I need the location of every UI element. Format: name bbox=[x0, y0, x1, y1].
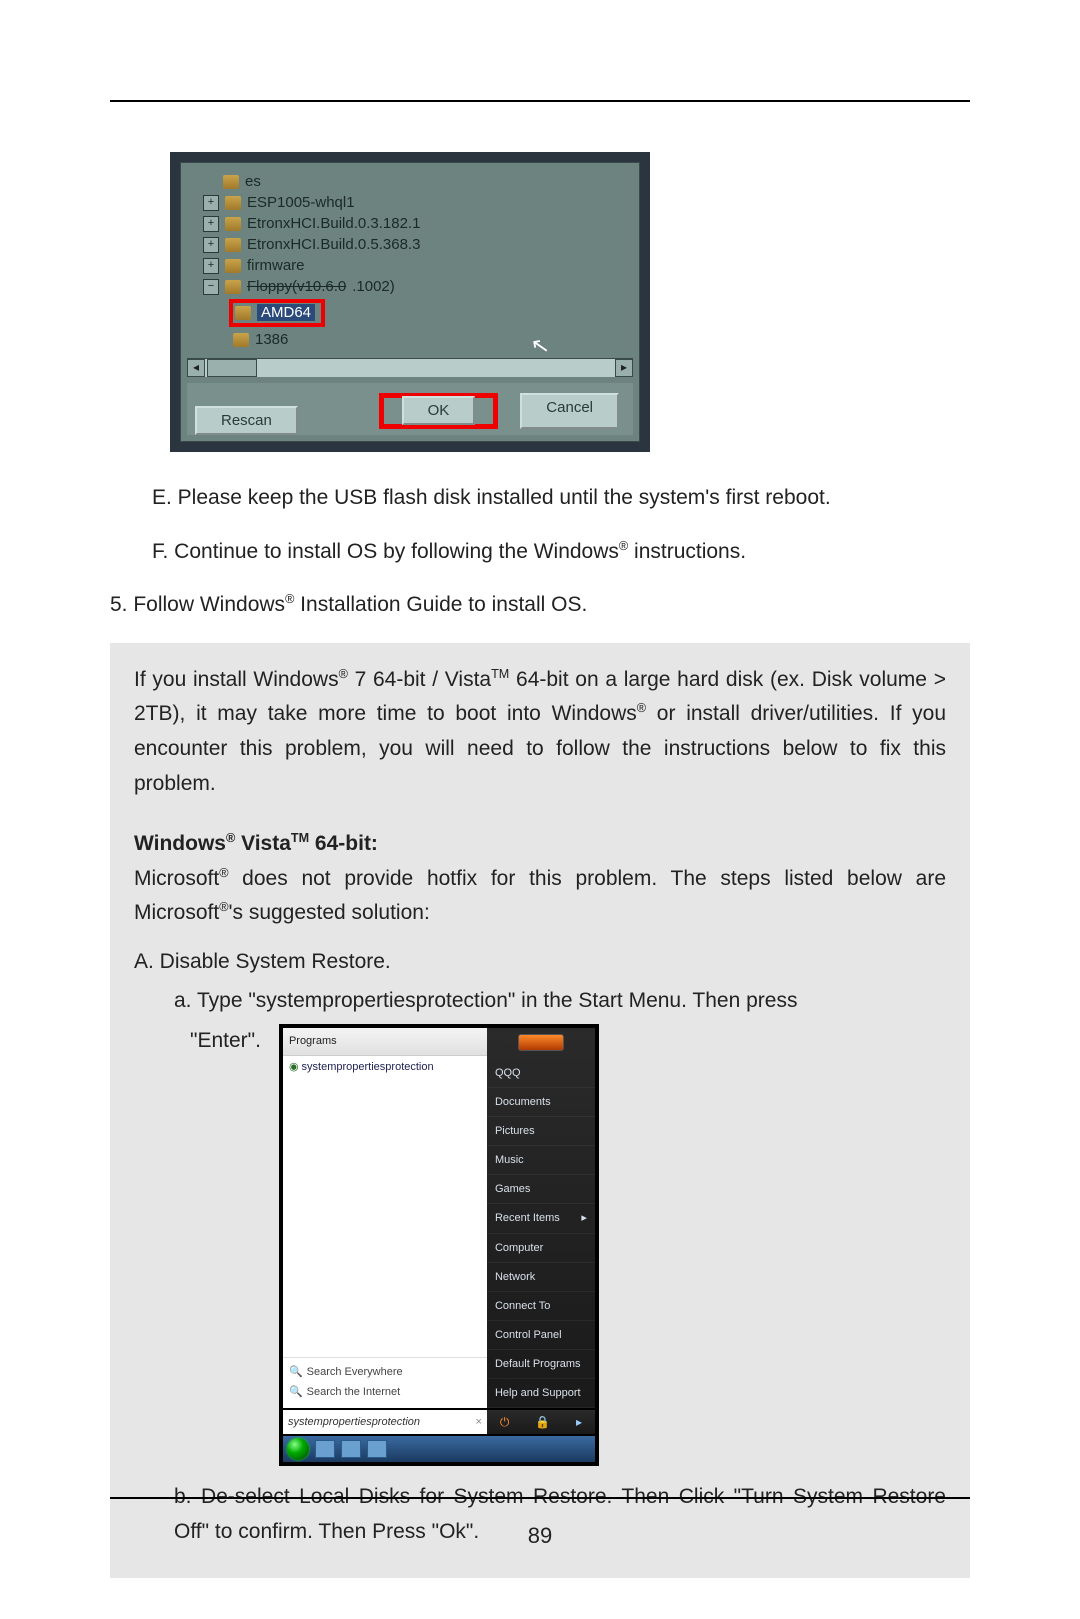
shield-icon: ◉ bbox=[289, 1061, 299, 1073]
expand-icon[interactable]: + bbox=[203, 237, 219, 253]
tree-firmware: firmware bbox=[247, 257, 305, 274]
note-step-a: a. Type "systempropertiesprotection" in … bbox=[174, 984, 946, 1019]
search-icon: 🔍 bbox=[289, 1366, 303, 1378]
figure-start-menu: Programs ◉systempropertiesprotection 🔍Se… bbox=[279, 1024, 599, 1466]
tree-etron-03: EtronxHCI.Build.0.3.182.1 bbox=[247, 215, 420, 232]
lock-icon[interactable]: 🔒 bbox=[535, 1413, 550, 1433]
top-rule bbox=[110, 100, 970, 102]
start-right-item[interactable]: Music bbox=[487, 1146, 595, 1175]
folder-tree: es + ESP1005-whql1 + EtronxHCI.Build.0.3.1… bbox=[181, 167, 639, 354]
search-icon: 🔍 bbox=[289, 1386, 303, 1398]
step-e: E. Please keep the USB flash disk instal… bbox=[152, 482, 970, 515]
cancel-button[interactable]: Cancel bbox=[520, 393, 619, 429]
taskbar-button[interactable] bbox=[315, 1440, 335, 1458]
scroll-left-icon[interactable]: ◂ bbox=[187, 359, 205, 377]
taskbar-button[interactable] bbox=[367, 1440, 387, 1458]
start-search-input[interactable]: systempropertiesprotection × bbox=[283, 1410, 487, 1434]
collapse-icon[interactable]: − bbox=[203, 279, 219, 295]
page-number: 89 bbox=[0, 1523, 1080, 1549]
start-right-item[interactable]: Documents bbox=[487, 1088, 595, 1117]
start-right-item[interactable]: Connect To bbox=[487, 1292, 595, 1321]
taskbar bbox=[283, 1436, 595, 1462]
h-scrollbar[interactable]: ◂ ▸ bbox=[187, 358, 633, 377]
step-f: F. Continue to install OS by following t… bbox=[152, 536, 970, 569]
tree-etron-05: EtronxHCI.Build.0.5.368.3 bbox=[247, 236, 420, 253]
ok-button[interactable]: OK bbox=[402, 396, 476, 425]
tree-floppy-tail: .1002) bbox=[352, 278, 395, 295]
note-heading-vista: Windows® VistaTM 64-bit: bbox=[134, 827, 946, 862]
scroll-right-icon[interactable]: ▸ bbox=[615, 359, 633, 377]
start-right-item[interactable]: Pictures bbox=[487, 1117, 595, 1146]
search-everywhere-link[interactable]: 🔍Search Everywhere bbox=[289, 1362, 481, 1382]
cursor-icon: ↖ bbox=[528, 332, 551, 361]
user-avatar-icon bbox=[518, 1034, 564, 1050]
start-right-item[interactable]: Recent Items▸ bbox=[487, 1204, 595, 1233]
taskbar-button[interactable] bbox=[341, 1440, 361, 1458]
power-icon[interactable]: ⏻ bbox=[500, 1413, 510, 1433]
expand-icon[interactable]: + bbox=[203, 258, 219, 274]
start-right-item[interactable]: Default Programs bbox=[487, 1350, 595, 1379]
note-step-A: A. Disable System Restore. bbox=[134, 945, 946, 980]
highlight-amd64: AMD64 bbox=[229, 299, 325, 327]
expand-icon[interactable]: + bbox=[203, 195, 219, 211]
chevron-right-icon[interactable]: ▸ bbox=[576, 1413, 582, 1433]
start-right-item[interactable]: Control Panel bbox=[487, 1321, 595, 1350]
bottom-rule bbox=[110, 1497, 970, 1499]
start-programs-header: Programs bbox=[283, 1028, 487, 1055]
expand-icon[interactable]: + bbox=[203, 216, 219, 232]
start-right-item[interactable]: Computer bbox=[487, 1234, 595, 1263]
clear-search-icon[interactable]: × bbox=[476, 1413, 482, 1431]
tree-es: es bbox=[245, 173, 261, 190]
start-right-item[interactable]: Games bbox=[487, 1175, 595, 1204]
rescan-button[interactable]: Rescan bbox=[195, 406, 298, 435]
start-right-item[interactable]: Network bbox=[487, 1263, 595, 1292]
tree-floppy-strike: Floppy(v10.6.0 bbox=[247, 278, 346, 295]
tree-i386[interactable]: 1386 bbox=[255, 331, 288, 348]
start-orb-icon[interactable] bbox=[287, 1438, 309, 1460]
tree-amd64[interactable]: AMD64 bbox=[257, 304, 315, 321]
start-right-column: QQQ Documents Pictures Music Games Recen… bbox=[487, 1028, 595, 1408]
start-result-item[interactable]: ◉systempropertiesprotection bbox=[289, 1058, 481, 1076]
tree-esp1005: ESP1005-whql1 bbox=[247, 194, 355, 211]
start-right-item[interactable]: Help and Support bbox=[487, 1379, 595, 1408]
note-paragraph-2: Microsoft® does not provide hotfix for t… bbox=[134, 862, 946, 931]
note-paragraph-1: If you install Windows® 7 64-bit / Vista… bbox=[134, 663, 946, 802]
note-step-a-enter: "Enter". bbox=[190, 1024, 261, 1059]
highlight-ok: OK bbox=[379, 393, 499, 429]
figure-driver-dialog: es + ESP1005-whql1 + EtronxHCI.Build.0.3.1… bbox=[170, 152, 650, 452]
chevron-right-icon: ▸ bbox=[581, 1209, 587, 1227]
search-internet-link[interactable]: 🔍Search the Internet bbox=[289, 1382, 481, 1402]
start-right-item[interactable]: QQQ bbox=[487, 1059, 595, 1088]
scroll-thumb[interactable] bbox=[207, 359, 257, 377]
note-box: If you install Windows® 7 64-bit / Vista… bbox=[110, 643, 970, 1578]
step-5: 5. Follow Windows® Installation Guide to… bbox=[110, 589, 970, 622]
